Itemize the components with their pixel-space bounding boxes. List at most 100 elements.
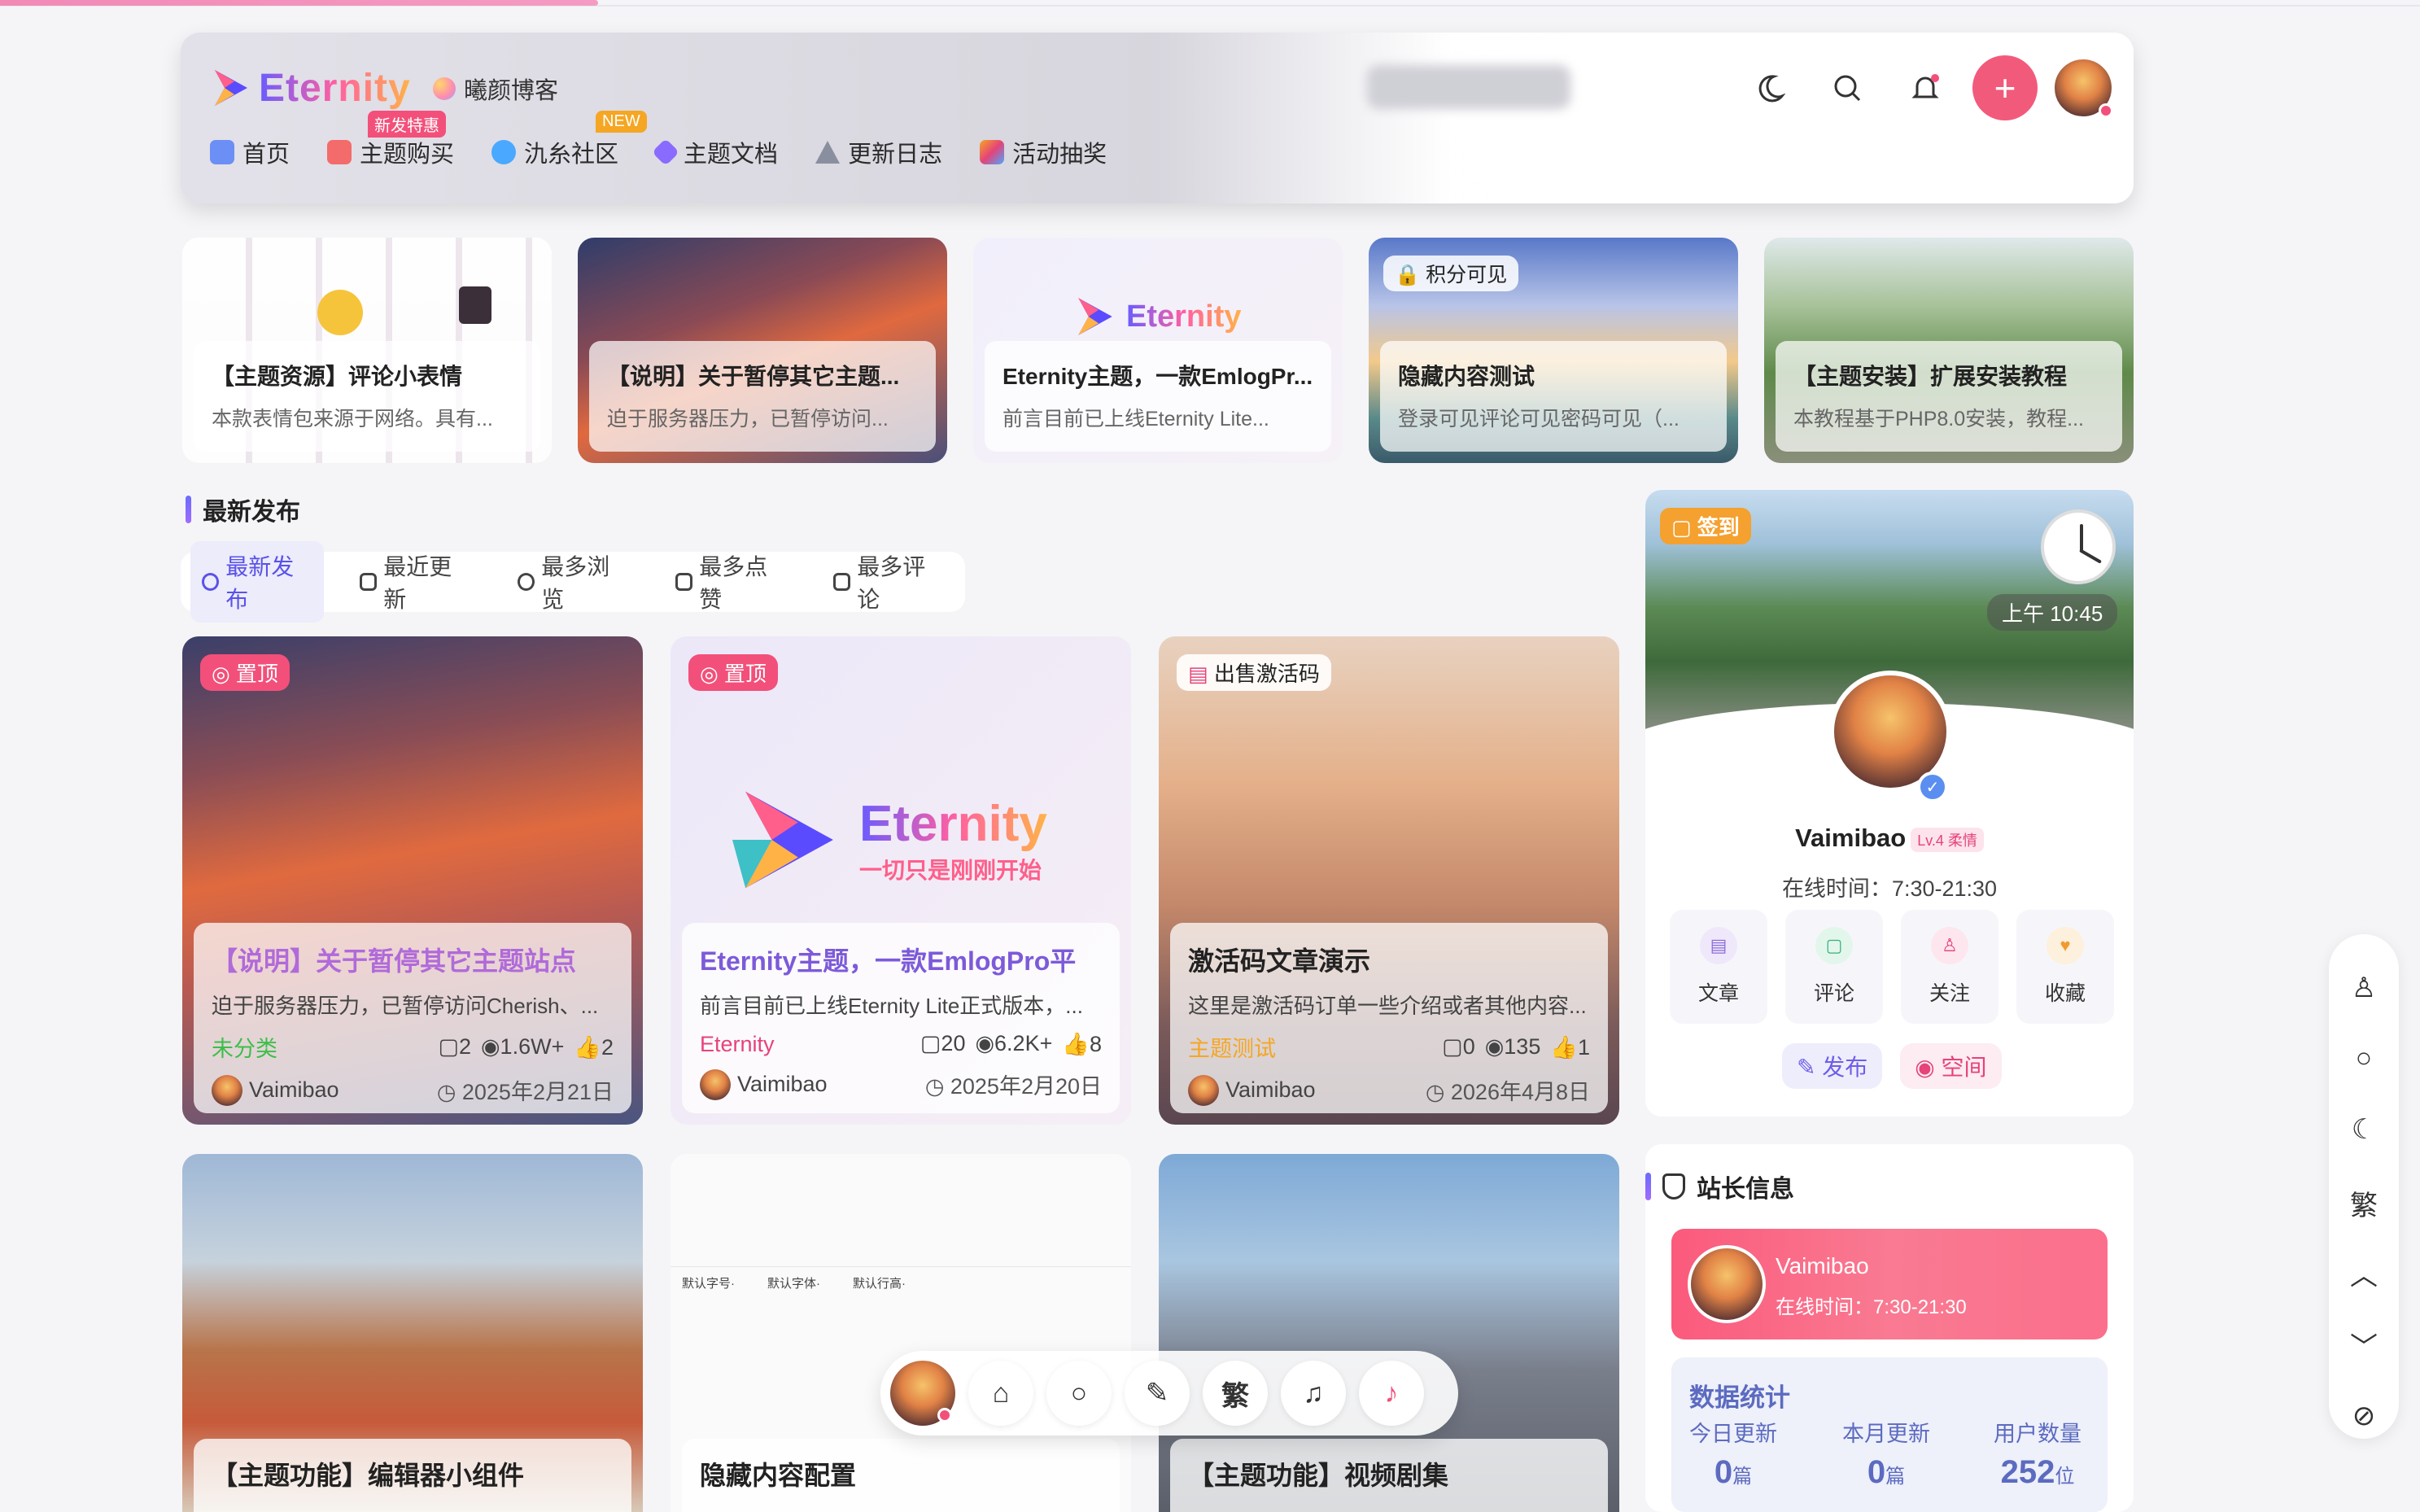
like-count: 👍8 [1062, 1032, 1102, 1056]
featured-card-info: 【主题资源】评论小表情 本款表情包来源于网络。具有... [194, 341, 540, 452]
post-info: 【主题功能】视频剧集 [1170, 1439, 1608, 1512]
notification-button[interactable] [1901, 63, 1950, 112]
post-cover-logo: Eternity 一切只是刚刚开始 [732, 783, 1047, 897]
post-title[interactable]: Eternity主题，一款EmlogPro平 [700, 941, 1102, 978]
user-button[interactable]: ♙ [2329, 964, 2399, 1012]
dark-mode-button[interactable] [1745, 63, 1793, 112]
scroll-up-button[interactable]: ︿ [2329, 1248, 2399, 1297]
post-author[interactable]: Vaimibao [212, 1074, 339, 1106]
stat-users: 用户数量 252位 [1994, 1422, 2081, 1490]
action-articles[interactable]: ▤ 文章 [1670, 910, 1767, 1024]
like-count: 👍2 [574, 1034, 614, 1060]
nav-item-home[interactable]: 首页 [210, 135, 290, 169]
search-button[interactable]: ○ [2329, 1033, 2399, 1082]
nav-item-changelog[interactable]: 更新日志 [815, 135, 942, 169]
cover-slogan: 一切只是刚刚开始 [859, 857, 1042, 883]
site-logo[interactable]: Eternity [210, 65, 411, 111]
action-comments[interactable]: ▢ 评论 [1785, 910, 1883, 1024]
dock-home-button[interactable]: ⌂ [968, 1361, 1033, 1426]
post-title[interactable]: 【主题功能】编辑器小组件 [212, 1455, 614, 1492]
post-title[interactable]: 【主题功能】视频剧集 [1188, 1455, 1590, 1492]
author-avatar [212, 1074, 242, 1106]
create-button[interactable]: + [1972, 55, 2038, 120]
shield-icon [1662, 1173, 1685, 1200]
view-count: ◉1.6W+ [480, 1033, 565, 1059]
scroll-down-button[interactable]: ﹀ [2329, 1320, 2399, 1369]
post-category[interactable]: Eternity [700, 1032, 775, 1057]
ticket-icon: ▤ [1188, 662, 1208, 686]
traditional-chinese-button[interactable]: 繁 [2329, 1178, 2399, 1227]
post-info: 【说明】关于暂停其它主题站点 迫于服务器压力，已暂停访问Cherish、... … [194, 923, 631, 1113]
space-button[interactable]: ◉ 空间 [1900, 1043, 2002, 1089]
featured-title: 【主题安装】扩展安装教程 [1793, 364, 2068, 389]
comment-count: ▢20 [920, 1031, 966, 1055]
post-card[interactable]: ◎ 置顶 【说明】关于暂停其它主题站点 迫于服务器压力，已暂停访问Cherish… [182, 636, 643, 1125]
featured-title: 【说明】关于暂停其它主题... [607, 364, 900, 389]
tab-recent-update[interactable]: 最近更新 [348, 541, 482, 623]
tab-most-liked[interactable]: 最多点赞 [664, 541, 797, 623]
logo-icon [1078, 298, 1112, 335]
dock-avatar[interactable] [890, 1361, 955, 1426]
featured-card[interactable]: 🔒 积分可见 隐藏内容测试 登录可见评论可见密码可见（... [1369, 238, 1738, 463]
dock-bell-button[interactable]: ♫ [1281, 1361, 1346, 1426]
tab-most-commented[interactable]: 最多评论 [822, 541, 955, 623]
action-follow[interactable]: ♙ 关注 [1901, 910, 1998, 1024]
post-card[interactable]: 【主题功能】编辑器小组件 [182, 1154, 643, 1512]
follow-icon: ♙ [1931, 927, 1968, 964]
traditional-chinese-label: 繁 [2350, 1190, 2378, 1221]
nav-item-theme-purchase[interactable]: 新发特惠 主题购买 [327, 111, 455, 169]
dock-notification-button[interactable]: ♪ [1359, 1361, 1424, 1426]
post-date: ◷ 2025年2月20日 [924, 1074, 1102, 1099]
post-author[interactable]: Vaimibao [1188, 1074, 1316, 1106]
nav-item-community[interactable]: NEW 氿糸社区 [491, 111, 647, 169]
close-timer-button[interactable]: ⊘ [2329, 1392, 2399, 1440]
post-category[interactable]: 未分类 [212, 1031, 277, 1063]
site-name[interactable]: 曦颜博客 [433, 72, 558, 106]
featured-card[interactable]: Eternity Eternity主题，一款EmlogPr... 前言目前已上线… [973, 238, 1343, 463]
post-title[interactable]: 【说明】关于暂停其它主题站点 [212, 941, 614, 978]
featured-excerpt: 本教程基于PHP8.0安装，教程... [1793, 408, 2084, 430]
nav-item-lottery[interactable]: 活动抽奖 [980, 135, 1107, 169]
post-card[interactable]: 【主题功能】视频剧集 [1159, 1154, 1619, 1512]
post-category[interactable]: 主题测试 [1188, 1031, 1276, 1063]
post-meta: 未分类 ▢2 ◉1.6W+ 👍2 [212, 1031, 614, 1063]
post-card[interactable]: ▤ 出售激活码 激活码文章演示 这里是激活码订单一些介绍或者其他内容... 主题… [1159, 636, 1619, 1125]
featured-card[interactable]: 【主题安装】扩展安装教程 本教程基于PHP8.0安装，教程... [1764, 238, 2134, 463]
post-card[interactable]: 默认字号· 默认字体· 默认行高· 隐藏内容配置 [671, 1154, 1131, 1512]
search-button[interactable] [1823, 63, 1872, 112]
view-count: ◉6.2K+ [975, 1031, 1053, 1055]
dock-search-button[interactable]: ○ [1046, 1361, 1112, 1426]
action-favorites[interactable]: ♥ 收藏 [2016, 910, 2114, 1024]
moon-icon: ☾ [2351, 1114, 2377, 1145]
chevron-down-icon: ﹀ [2350, 1331, 2378, 1363]
post-card[interactable]: ◎ 置顶 Eternity 一切只是刚刚开始 Eternity主题，一款Emlo… [671, 636, 1131, 1125]
tab-most-viewed[interactable]: 最多浏览 [506, 541, 640, 623]
article-icon: ▤ [1700, 927, 1737, 964]
rocket-icon [652, 138, 680, 166]
owner-banner[interactable]: Vaimibao 在线时间：7:30-21:30 [1671, 1229, 2108, 1339]
post-title[interactable]: 激活码文章演示 [1188, 941, 1590, 978]
party-icon [980, 140, 1005, 164]
featured-card[interactable]: 【说明】关于暂停其它主题... 迫于服务器压力，已暂停访问... [578, 238, 947, 463]
search-icon [1834, 75, 1861, 102]
featured-card-info: 【说明】关于暂停其它主题... 迫于服务器压力，已暂停访问... [589, 341, 936, 452]
featured-card[interactable]: 【主题资源】评论小表情 本款表情包来源于网络。具有... [182, 238, 552, 463]
post-author[interactable]: Vaimibao [700, 1068, 828, 1100]
user-icon: ♙ [2351, 972, 2377, 1003]
comment-count: ▢2 [438, 1033, 471, 1059]
flask-icon [815, 141, 841, 164]
profile-links: ✎ 发布 ◉ 空间 [1782, 1043, 2002, 1089]
dock-traditional-button[interactable]: 繁 [1203, 1361, 1268, 1426]
nav-item-docs[interactable]: 主题文档 [652, 135, 778, 169]
side-toolbar: ♙ ○ ☾ 繁 ︿ ﹀ ⊘ [2329, 934, 2399, 1439]
featured-card-info: Eternity主题，一款EmlogPr... 前言目前已上线Eternity … [985, 341, 1331, 452]
publish-button[interactable]: ✎ 发布 [1782, 1043, 1883, 1089]
nav-item-label: 主题购买 [360, 142, 455, 168]
user-avatar[interactable] [2052, 57, 2114, 119]
dark-mode-button[interactable]: ☾ [2329, 1105, 2399, 1154]
tab-latest[interactable]: 最新发布 [190, 541, 324, 623]
featured-logo-text: Eternity [1126, 299, 1242, 334]
post-title[interactable]: 隐藏内容配置 [700, 1455, 1102, 1492]
dock-edit-button[interactable]: ✎ [1125, 1361, 1190, 1426]
checkin-button[interactable]: ▢ 签到 [1660, 508, 1751, 544]
